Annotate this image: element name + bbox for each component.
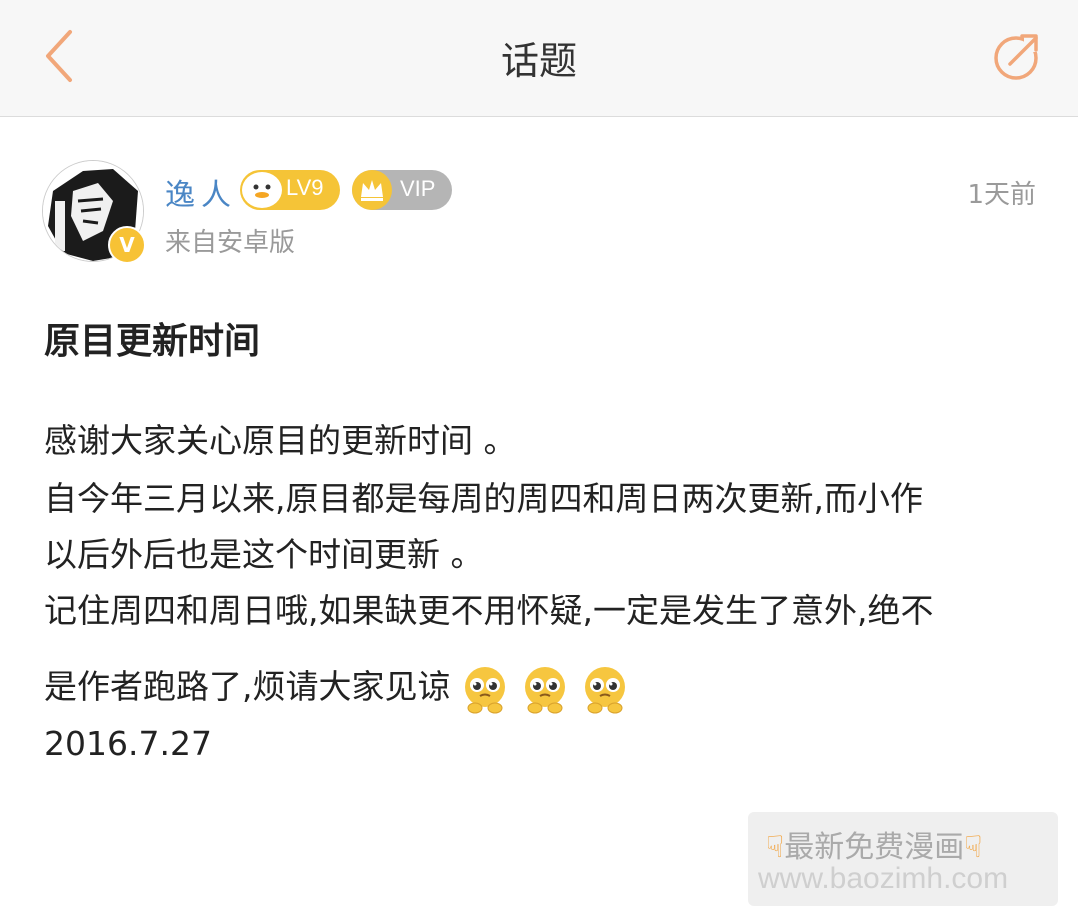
pleading-face-emoji xyxy=(584,666,625,713)
share-button[interactable] xyxy=(988,28,1048,88)
post-body-text: 是作者跑路了,烦请大家见谅 xyxy=(44,667,451,706)
post-body-line: 以后外后也是这个时间更新 。 xyxy=(44,535,484,574)
watermark: ☟最新免费漫画☟ www.baozimh.com xyxy=(748,812,1058,906)
top-nav-bar: 话题 xyxy=(0,0,1078,117)
emoji-row xyxy=(451,666,631,713)
post-time: 1天前 xyxy=(967,180,1036,210)
pleading-face-emoji xyxy=(464,666,505,713)
level-text: LV9 xyxy=(286,175,324,200)
post-title: 原目更新时间 xyxy=(44,321,261,362)
duck-face-icon xyxy=(242,172,282,208)
watermark-line1: ☟最新免费漫画☟ xyxy=(766,830,983,865)
post-source: 来自安卓版 xyxy=(165,228,296,258)
verified-badge: V xyxy=(108,226,146,264)
post-body-line: 感谢大家关心原目的更新时间 。 xyxy=(44,421,517,460)
crown-icon xyxy=(352,170,392,210)
post-date: 2016.7.27 xyxy=(44,724,212,763)
page-title: 话题 xyxy=(500,39,577,83)
author-avatar[interactable]: V xyxy=(42,160,146,264)
watermark-line2: www.baozimh.com xyxy=(758,862,1009,895)
vip-badge: VIP xyxy=(352,170,452,210)
vip-text: VIP xyxy=(400,176,436,201)
level-badge: LV9 xyxy=(240,170,340,210)
pointing-down-hand-icon: ☟ xyxy=(964,830,983,865)
post-body-line: 自今年三月以来,原目都是每周的周四和周日两次更新,而小作 xyxy=(44,479,923,518)
author-name[interactable]: 逸人 xyxy=(165,170,237,214)
pointing-down-hand-icon: ☟ xyxy=(766,830,785,865)
post-body-line: 记住周四和周日哦,如果缺更不用怀疑,一定是发生了意外,绝不 xyxy=(44,591,934,630)
pleading-face-emoji xyxy=(524,666,565,713)
post-body-line-with-emoji: 是作者跑路了,烦请大家见谅 xyxy=(44,660,631,715)
share-icon xyxy=(994,32,1046,80)
